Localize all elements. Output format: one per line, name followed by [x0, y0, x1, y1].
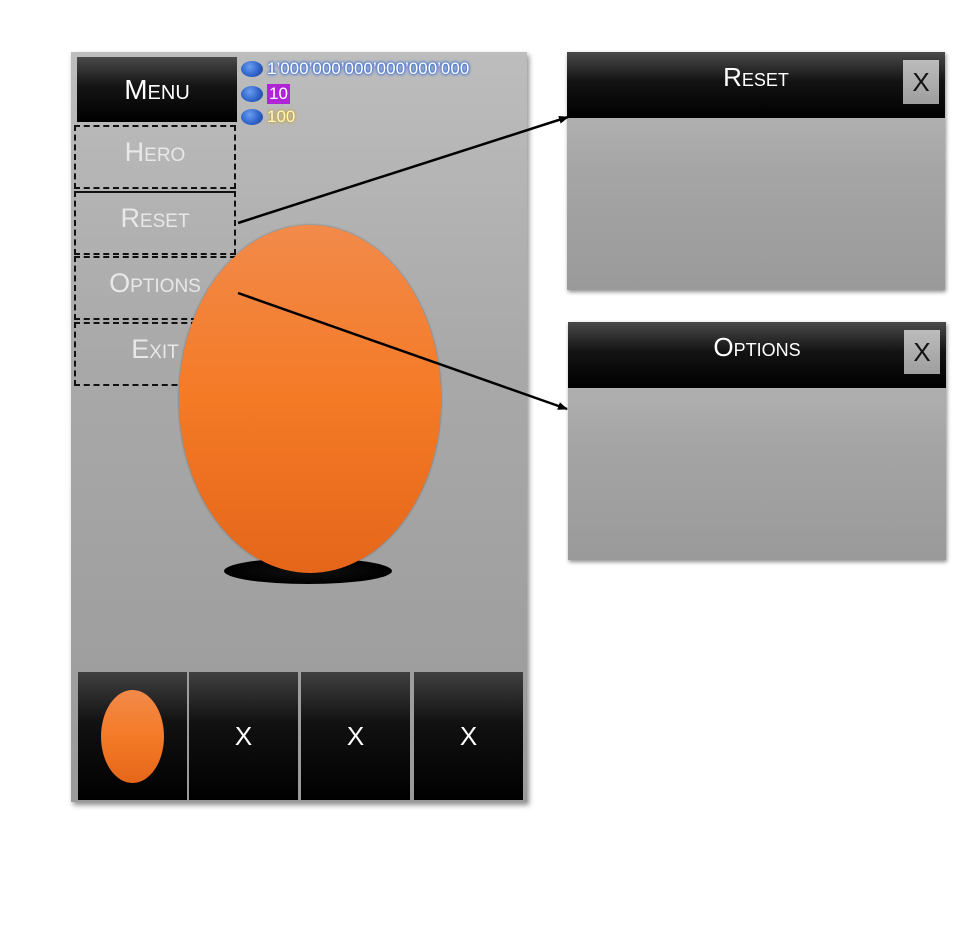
arrow-options: [237, 291, 568, 411]
arrow-reset: [237, 115, 569, 225]
flow-arrows: [237, 115, 569, 411]
